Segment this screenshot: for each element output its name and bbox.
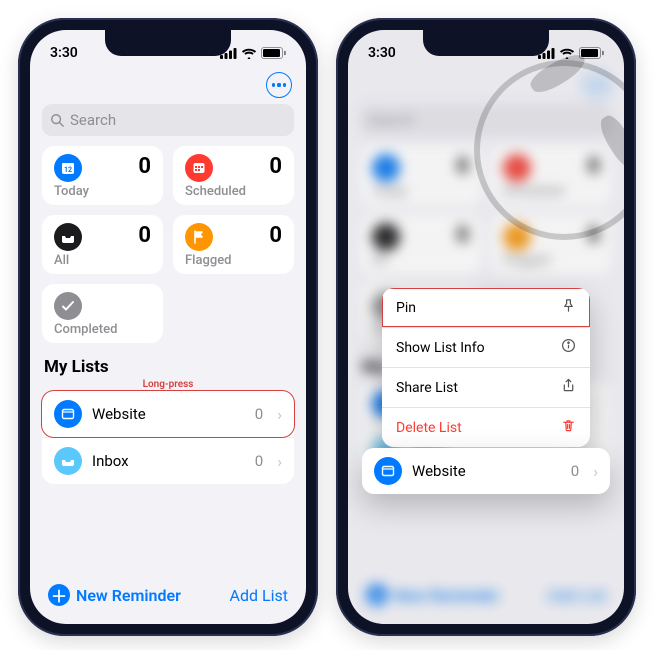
scheduled-count: 0 <box>269 154 282 179</box>
calendar-icon <box>185 154 213 182</box>
wifi-icon <box>559 48 575 59</box>
cellular-icon <box>538 48 555 59</box>
add-list-button[interactable]: Add List <box>230 586 288 605</box>
search-icon <box>50 113 64 127</box>
phone-left: 3:30 Search 12 0 Today <box>18 18 318 636</box>
context-show-info[interactable]: Show List Info <box>382 327 590 367</box>
pin-icon <box>561 298 576 317</box>
list-row-inbox[interactable]: Inbox 0 › <box>42 437 294 484</box>
summary-grid: 12 0 Today 0 Scheduled 0 All <box>30 146 306 274</box>
wifi-icon <box>241 48 257 59</box>
new-reminder-label: New Reminder <box>76 586 181 605</box>
context-preview-row[interactable]: Website 0 › <box>362 448 610 494</box>
all-label: All <box>54 253 151 268</box>
preview-list-count: 0 <box>571 462 579 480</box>
status-time: 3:30 <box>50 45 78 61</box>
search-field[interactable]: Search <box>42 104 294 136</box>
status-indicators <box>538 47 604 59</box>
new-reminder-button[interactable]: ＋ New Reminder <box>48 584 181 606</box>
all-count: 0 <box>138 223 151 248</box>
checkmark-icon <box>54 292 82 320</box>
long-press-annotation: Long-press <box>30 379 306 390</box>
plus-circle-icon: ＋ <box>48 584 70 606</box>
info-icon <box>561 338 576 357</box>
trash-icon <box>561 418 576 437</box>
my-lists-block: Website 0 › Inbox 0 › <box>42 391 294 484</box>
preview-list-name: Website <box>412 462 561 480</box>
context-pin-label: Pin <box>396 300 416 316</box>
flagged-count: 0 <box>269 223 282 248</box>
share-icon <box>561 378 576 397</box>
context-menu: Pin Show List Info Share List <box>382 288 590 447</box>
phone-right: 3:30 Search 0Today 0Scheduled 0All 0Flag… <box>336 18 636 636</box>
context-pin[interactable]: Pin <box>382 288 590 327</box>
calendar-today-icon: 12 <box>54 154 82 182</box>
today-label: Today <box>54 184 151 199</box>
screen: 3:30 Search 0Today 0Scheduled 0All 0Flag… <box>348 30 624 624</box>
notch <box>105 30 231 56</box>
context-share-label: Share List <box>396 380 458 396</box>
more-button[interactable] <box>266 72 292 98</box>
status-bar: 3:30 <box>348 30 624 70</box>
card-all[interactable]: 0 All <box>42 215 163 274</box>
battery-icon <box>579 47 604 59</box>
svg-text:12: 12 <box>64 166 72 174</box>
footer: ＋ New Reminder Add List <box>30 574 306 624</box>
chevron-right-icon: › <box>593 462 598 481</box>
list-name: Website <box>92 405 245 423</box>
mylists-title: My Lists <box>30 343 306 381</box>
card-scheduled[interactable]: 0 Scheduled <box>173 146 294 205</box>
context-delete-label: Delete List <box>396 420 462 436</box>
card-completed[interactable]: Completed <box>42 284 163 343</box>
chevron-right-icon: › <box>277 405 282 424</box>
list-bullet-icon <box>374 457 402 485</box>
battery-icon <box>261 47 286 59</box>
chevron-right-icon: › <box>277 452 282 471</box>
flagged-label: Flagged <box>185 253 282 268</box>
screen: 3:30 Search 12 0 Today <box>30 30 306 624</box>
tray-icon <box>54 447 82 475</box>
list-count: 0 <box>255 405 263 423</box>
list-count: 0 <box>255 452 263 470</box>
toolbar <box>30 70 306 104</box>
status-indicators <box>220 47 286 59</box>
scheduled-label: Scheduled <box>185 184 282 199</box>
completed-label: Completed <box>54 322 151 337</box>
card-today[interactable]: 12 0 Today <box>42 146 163 205</box>
tray-icon <box>54 223 82 251</box>
list-row-website[interactable]: Website 0 › <box>42 391 294 437</box>
context-delete[interactable]: Delete List <box>382 407 590 447</box>
list-name: Inbox <box>92 452 245 470</box>
context-info-label: Show List Info <box>396 340 485 356</box>
list-bullet-icon <box>54 400 82 428</box>
context-share[interactable]: Share List <box>382 367 590 407</box>
search-placeholder: Search <box>70 111 116 129</box>
ellipsis-icon <box>272 83 287 86</box>
context-menu-layer: Pin Show List Info Share List <box>348 30 624 624</box>
flag-icon <box>185 223 213 251</box>
card-flagged[interactable]: 0 Flagged <box>173 215 294 274</box>
today-count: 0 <box>138 154 151 179</box>
status-time: 3:30 <box>368 45 396 61</box>
